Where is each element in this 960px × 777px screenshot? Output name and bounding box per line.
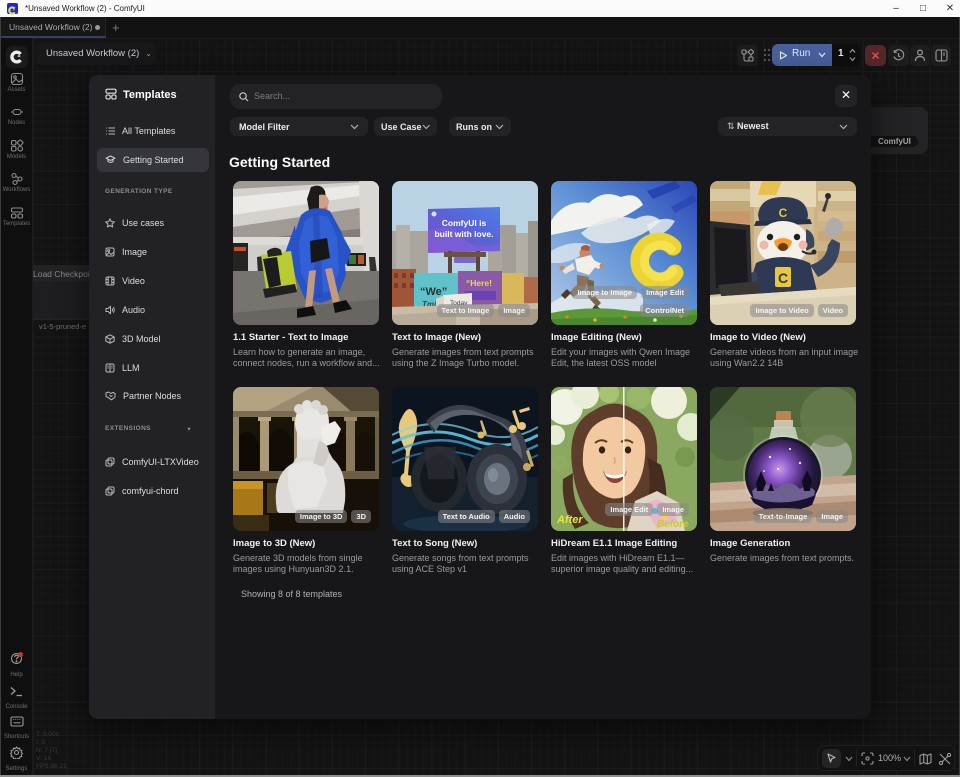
svg-text:built with love.: built with love. [434, 229, 493, 239]
svg-text:After: After [556, 514, 583, 526]
svg-text:Before: Before [657, 519, 689, 530]
svg-text:ComfyUI is: ComfyUI is [442, 218, 487, 228]
svg-text:C: C [778, 270, 788, 286]
svg-text:C: C [779, 206, 788, 220]
svg-text:“Here!: “Here! [466, 278, 492, 288]
